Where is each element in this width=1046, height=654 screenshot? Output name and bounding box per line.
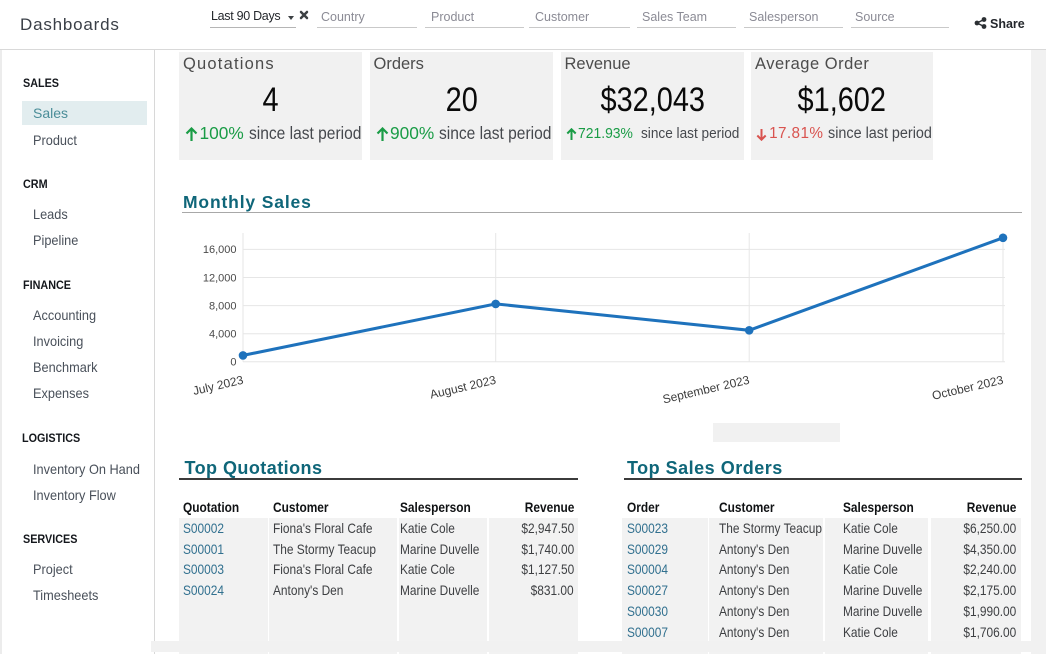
svg-text:12,000: 12,000 bbox=[203, 272, 237, 284]
svg-text:August 2023: August 2023 bbox=[429, 373, 498, 402]
svg-text:0: 0 bbox=[230, 357, 236, 369]
svg-text:October 2023: October 2023 bbox=[931, 373, 1005, 403]
svg-text:4,000: 4,000 bbox=[209, 329, 237, 341]
svg-text:8,000: 8,000 bbox=[209, 300, 237, 312]
svg-text:16,000: 16,000 bbox=[203, 244, 237, 256]
svg-text:September 2023: September 2023 bbox=[661, 373, 751, 405]
svg-text:July 2023: July 2023 bbox=[191, 373, 245, 398]
